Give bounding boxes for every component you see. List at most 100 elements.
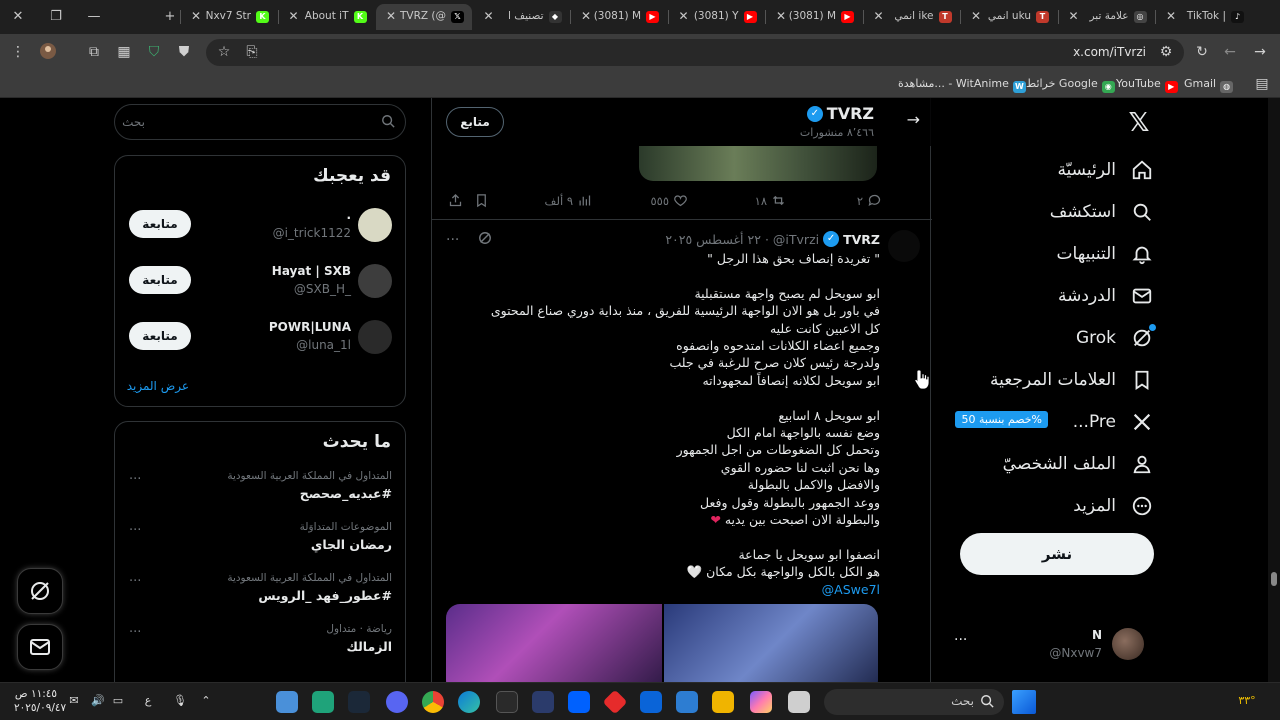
install-app-icon[interactable]: ⎘ bbox=[242, 42, 262, 62]
follow-button[interactable]: متابعة bbox=[129, 322, 191, 350]
extension-app-icon[interactable]: ▦ bbox=[114, 42, 134, 62]
notifications-tray-icon[interactable]: ✉ bbox=[66, 694, 82, 710]
tweet[interactable]: TVRZ ✓ @iTvrzi · ٢٢ أغسطس ٢٠٢٥ ··· " تغر… bbox=[432, 220, 932, 682]
reply-button[interactable]: ٢ bbox=[857, 193, 882, 208]
following-button[interactable]: متابع bbox=[446, 107, 504, 137]
restore-window-icon[interactable]: ❐ bbox=[46, 7, 66, 27]
avatar[interactable] bbox=[888, 230, 920, 262]
bookmark-item[interactable]: خرائط Google ◉ bbox=[1026, 77, 1115, 93]
follow-button[interactable]: متابعة bbox=[129, 266, 191, 294]
edge-icon[interactable] bbox=[458, 691, 480, 713]
store-icon[interactable] bbox=[676, 691, 698, 713]
trend-more-icon[interactable]: ··· bbox=[129, 574, 141, 589]
outlook-icon[interactable] bbox=[640, 691, 662, 713]
trend-item[interactable]: الموضوعات المتداوَلة رمضان الجاي ··· bbox=[115, 521, 405, 561]
menu-dots-icon[interactable]: ⋮ bbox=[8, 42, 28, 62]
url-text[interactable]: x.com/iTvrzi bbox=[1073, 45, 1146, 59]
teams-icon[interactable] bbox=[532, 691, 554, 713]
browser-tab[interactable]: ✕ TVRZ (@ 𝕏 bbox=[376, 4, 472, 30]
suggested-user[interactable]: POWR|LUNA @luna_1l متابعة bbox=[115, 316, 405, 356]
previous-tweet-image[interactable] bbox=[639, 146, 877, 181]
page-scrollbar[interactable] bbox=[1268, 98, 1280, 682]
back-arrow-icon[interactable]: → bbox=[907, 110, 920, 129]
forward-icon[interactable]: ← bbox=[1220, 42, 1240, 62]
nav-item[interactable]: استكشف bbox=[1050, 195, 1154, 229]
close-window-icon[interactable]: ✕ bbox=[8, 7, 28, 27]
dropbox-icon[interactable] bbox=[568, 691, 590, 713]
windows-start-icon[interactable] bbox=[1012, 690, 1036, 714]
share-button[interactable] bbox=[448, 193, 463, 208]
messages-float-button[interactable] bbox=[17, 624, 63, 670]
suggested-user-name[interactable]: Hayat | SXB bbox=[272, 264, 351, 278]
tweet-image-1[interactable] bbox=[446, 604, 662, 682]
privacy-shield-icon[interactable]: ⛊ bbox=[174, 42, 194, 62]
like-button[interactable]: ٥٥٥ bbox=[650, 193, 688, 208]
more-icon[interactable]: ··· bbox=[954, 632, 967, 648]
nav-item[interactable]: العلامات المرجعية bbox=[990, 363, 1154, 397]
game-app-icon[interactable] bbox=[312, 691, 334, 713]
bookmark-star-icon[interactable]: ☆ bbox=[214, 42, 234, 62]
trend-title[interactable]: #عبديه_صحصح bbox=[300, 486, 392, 501]
new-tab-icon[interactable]: + bbox=[160, 7, 180, 27]
views-button[interactable]: ٩ ألف bbox=[545, 193, 592, 208]
nav-item[interactable]: التنبيهات bbox=[1057, 237, 1154, 271]
language-indicator[interactable]: ع bbox=[140, 694, 156, 710]
account-switcher[interactable]: N @Nxvw7 ··· bbox=[954, 628, 1144, 672]
trend-item[interactable]: المتداول في المملكة العربية السعودية #عبد… bbox=[115, 470, 405, 510]
reload-icon[interactable]: ↻ bbox=[1192, 42, 1212, 62]
minimize-window-icon[interactable]: — bbox=[84, 7, 104, 27]
tweet-handle[interactable]: @iTvrzi bbox=[773, 232, 819, 247]
network-icon[interactable]: ▭ bbox=[110, 694, 126, 710]
back-icon[interactable]: → bbox=[1250, 42, 1270, 62]
weather-temp[interactable]: ٣٣° bbox=[1236, 694, 1258, 710]
nav-item[interactable]: Grok bbox=[1076, 321, 1156, 355]
tweet-more-icon[interactable]: ··· bbox=[446, 232, 459, 248]
repost-button[interactable]: ١٨ bbox=[755, 193, 786, 208]
trend-more-icon[interactable]: ··· bbox=[129, 472, 141, 487]
browser-tab[interactable]: ✕ علامة تبر ◎ bbox=[1059, 4, 1155, 30]
grok-explain-icon[interactable] bbox=[478, 231, 492, 245]
file-explorer-icon[interactable] bbox=[712, 691, 734, 713]
browser-tab[interactable]: ✕ TikTok | ♪ bbox=[1156, 4, 1252, 30]
trend-title[interactable]: رمضان الجاي bbox=[311, 537, 392, 552]
nav-item[interactable]: الدردشة bbox=[1058, 279, 1154, 313]
anydesk-icon[interactable] bbox=[602, 689, 628, 715]
bookmark-item[interactable]: YouTube ▶ bbox=[1116, 77, 1178, 93]
volume-icon[interactable]: 🔊 bbox=[90, 694, 106, 710]
task-view-icon[interactable] bbox=[788, 691, 810, 713]
discord-icon[interactable] bbox=[386, 691, 408, 713]
tweet-image-2[interactable] bbox=[664, 604, 878, 682]
bookmark-tweet-button[interactable] bbox=[474, 193, 489, 208]
trend-more-icon[interactable]: ··· bbox=[129, 625, 141, 640]
address-bar[interactable]: ☆ ⎘ x.com/iTvrzi ⚙ bbox=[206, 39, 1184, 66]
system-clock[interactable]: ١١:٤٥ ص ٢٠٢٥/٠٩/٤٧ bbox=[14, 687, 66, 715]
tweet-mention-link[interactable]: @ASwe7l bbox=[822, 581, 880, 598]
site-settings-icon[interactable]: ⚙ bbox=[1156, 42, 1176, 62]
trend-more-icon[interactable]: ··· bbox=[129, 523, 141, 538]
search-input[interactable]: بحث bbox=[114, 104, 406, 140]
suggested-user[interactable]: . @i_trick1122 متابعة bbox=[115, 204, 405, 244]
copilot-icon[interactable] bbox=[750, 691, 772, 713]
scrollbar-thumb[interactable] bbox=[1271, 572, 1277, 586]
avatar[interactable] bbox=[358, 208, 392, 242]
grok-float-button[interactable] bbox=[17, 568, 63, 614]
bookmark-item[interactable]: Gmail ◍ bbox=[1184, 77, 1234, 93]
nav-item[interactable]: الملف الشخصيّ bbox=[1003, 447, 1154, 481]
post-button[interactable]: نشر bbox=[960, 533, 1154, 575]
show-more-link[interactable]: عرض المزيد bbox=[127, 379, 189, 393]
steam-icon[interactable] bbox=[348, 691, 370, 713]
taskbar-search[interactable]: بحث bbox=[824, 689, 1004, 715]
epic-games-icon[interactable] bbox=[496, 691, 518, 713]
trend-item[interactable]: المتداول في المملكة العربية السعودية #عطو… bbox=[115, 572, 405, 612]
browser-tab[interactable]: ✕ انمي ike T bbox=[864, 4, 960, 30]
browser-tab[interactable]: ✕ Nxv7 Str K bbox=[181, 4, 277, 30]
browser-tab[interactable]: ✕ (3081) M ▶ bbox=[766, 4, 862, 30]
chrome-icon[interactable] bbox=[422, 691, 444, 713]
browser-tab[interactable]: ✕ تصنيف ا ◆ bbox=[474, 4, 570, 30]
nav-item[interactable]: Pre... bbox=[1073, 405, 1154, 439]
avatar[interactable] bbox=[358, 264, 392, 298]
follow-button[interactable]: متابعة bbox=[129, 210, 191, 238]
trend-title[interactable]: #عطور_فهد _الرويس bbox=[258, 588, 392, 603]
suggested-user[interactable]: Hayat | SXB @SXB_H_ متابعة bbox=[115, 260, 405, 300]
tweet-date[interactable]: ٢٢ أغسطس ٢٠٢٥ bbox=[665, 232, 761, 247]
